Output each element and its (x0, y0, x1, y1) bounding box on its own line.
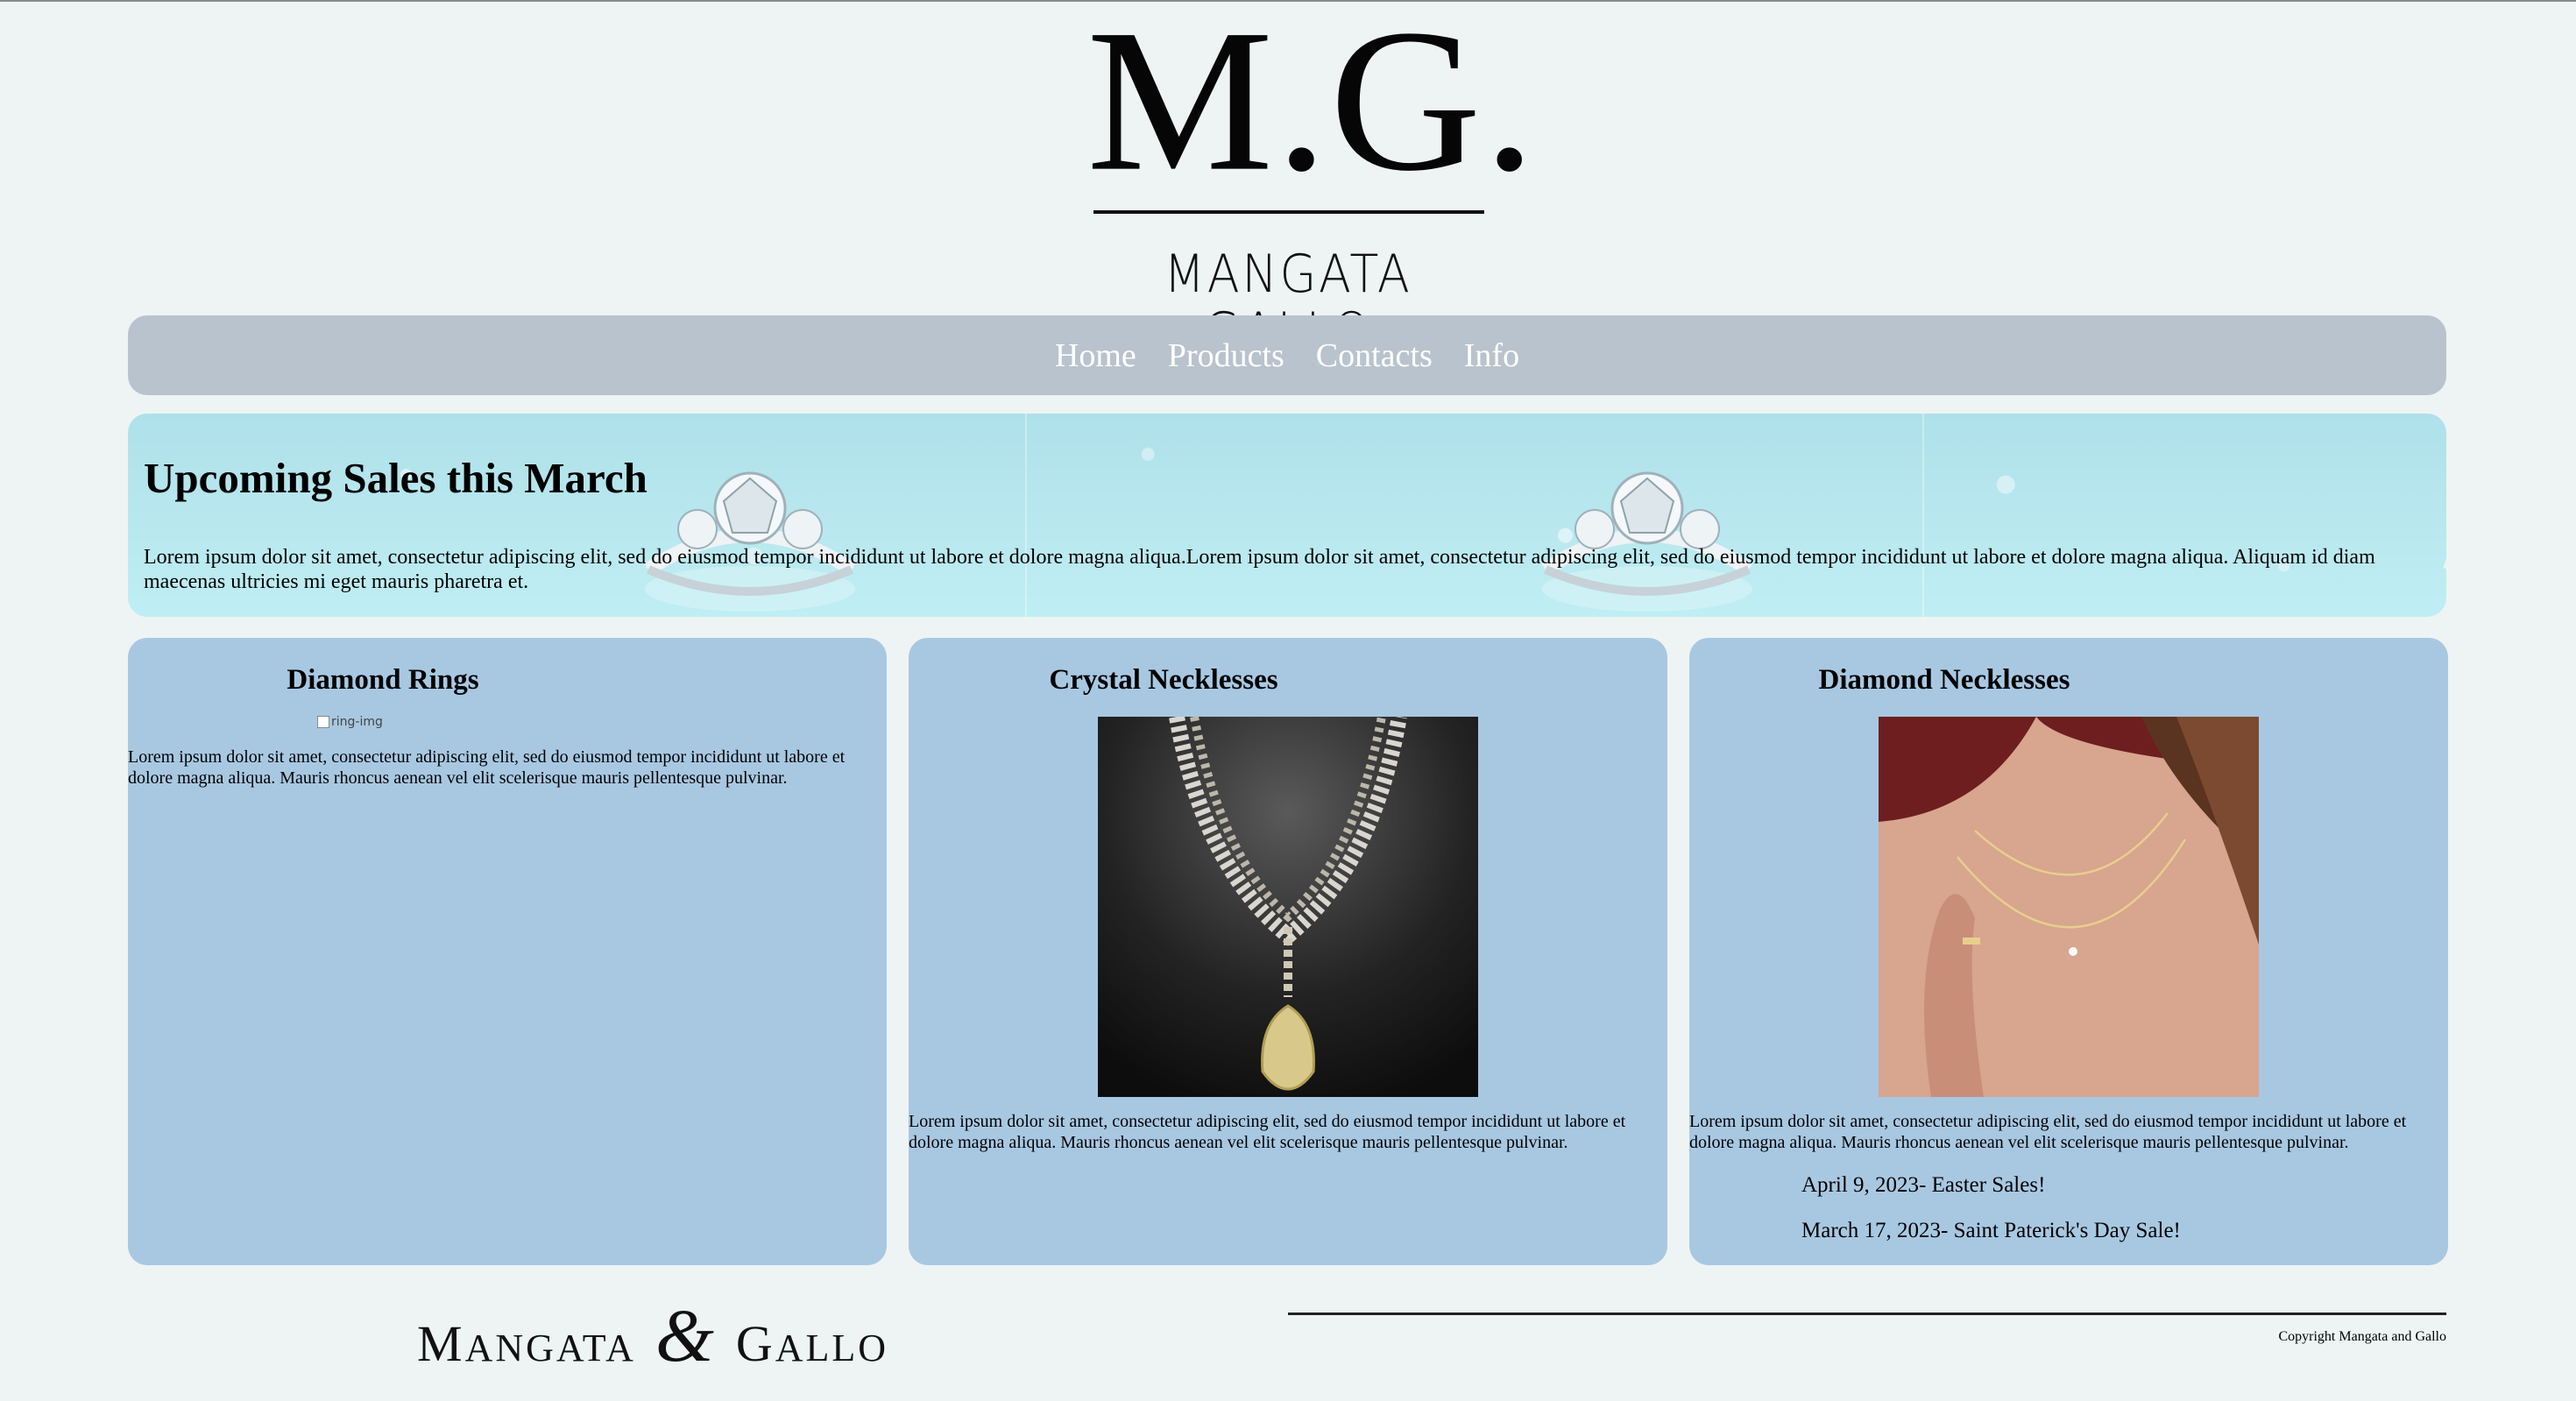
footer-logo-text-allo: ALLO (775, 1327, 889, 1369)
product-card-diamond-necklesses: Diamond Necklesses Lorem ipsum dolor sit… (1689, 638, 2448, 1265)
nav-info-link[interactable]: Info (1464, 336, 1519, 375)
site-logo[interactable]: M.G. MANGATA GALLO (1086, 0, 1538, 361)
diamond-necklace-image (1879, 717, 2259, 1097)
crystal-necklace-image (1098, 717, 1478, 1097)
sales-banner: Upcoming Sales this March Lorem ipsum do… (128, 414, 2446, 617)
card-title: Diamond Necklesses (1818, 664, 2070, 696)
logo-monogram: M.G. (1086, 0, 1538, 214)
nav-home-link[interactable]: Home (1055, 336, 1136, 375)
banner-title: Upcoming Sales this March (144, 454, 648, 502)
ring-image-placeholder: ring-img (317, 713, 383, 731)
footer-logo-text-angata: ANGATA (464, 1327, 636, 1369)
copyright-text: Copyright Mangata and Gallo (2278, 1329, 2446, 1344)
diamond-ring-image (644, 471, 856, 612)
main-nav: Home Products Contacts Info (128, 315, 2446, 395)
nav-products-link[interactable]: Products (1168, 336, 1284, 375)
sale-date-saint-patricks: March 17, 2023- Saint Paterick's Day Sal… (1801, 1219, 2181, 1242)
footer-logo-initial-g: G (735, 1315, 775, 1372)
product-card-diamond-rings: Diamond Rings ring-img Lorem ipsum dolor… (128, 638, 887, 1265)
footer-logo[interactable]: M ANGATA & G ALLO (417, 1291, 889, 1377)
footer-logo-ampersand: & (655, 1293, 717, 1377)
card-title: Crystal Necklesses (1049, 664, 1278, 696)
broken-image-icon (317, 716, 329, 728)
diamond-ring-image (2443, 559, 2446, 570)
footer-logo-initial-m: M (417, 1315, 465, 1372)
card-text: Lorem ipsum dolor sit amet, consectetur … (1689, 1112, 2407, 1152)
product-card-crystal-necklesses: Crystal Necklesses Lorem ipsum dolor sit… (909, 638, 1667, 1265)
diamond-ring-image (1541, 471, 1753, 612)
card-text: Lorem ipsum dolor sit amet, consectetur … (128, 747, 846, 788)
banner-text: Lorem ipsum dolor sit amet, consectetur … (144, 546, 2375, 593)
logo-divider (1093, 210, 1484, 214)
image-alt-text: ring-img (331, 715, 383, 729)
sale-date-easter: April 9, 2023- Easter Sales! (1801, 1173, 2046, 1197)
card-text: Lorem ipsum dolor sit amet, consectetur … (909, 1112, 1626, 1152)
nav-contacts-link[interactable]: Contacts (1316, 336, 1433, 375)
card-title: Diamond Rings (287, 664, 479, 696)
footer-divider (1288, 1313, 2446, 1315)
